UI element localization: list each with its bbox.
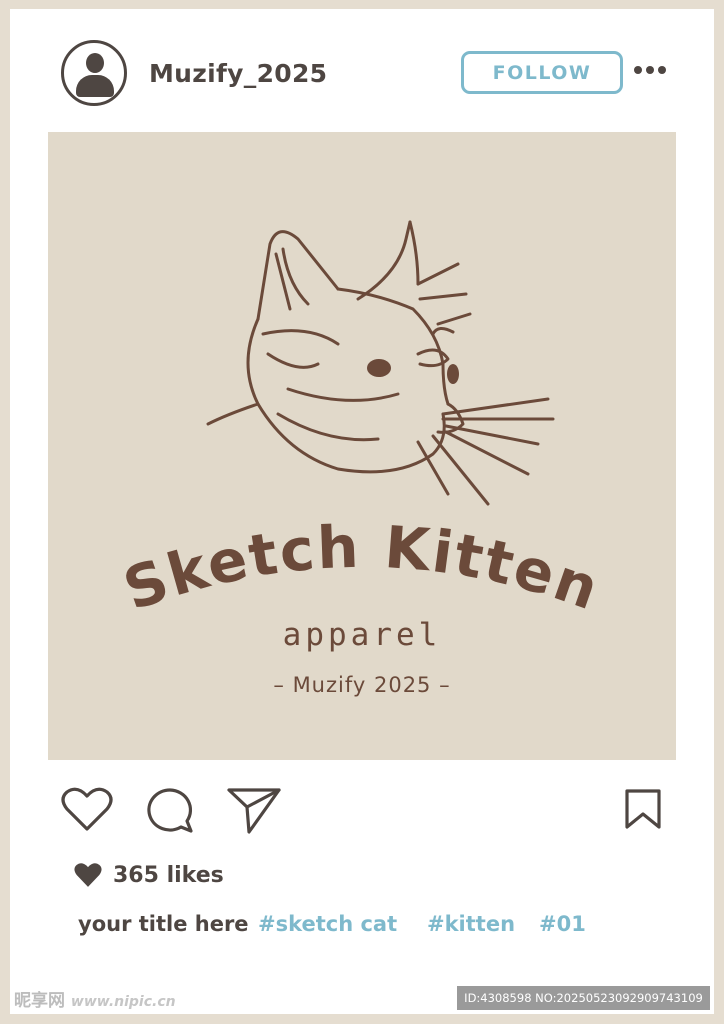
comment-bubble-icon[interactable]: [146, 787, 194, 835]
hashtag-link[interactable]: #sketch cat: [258, 912, 397, 936]
more-options-icon[interactable]: [634, 60, 666, 80]
caption-title: your title here: [78, 912, 249, 936]
watermark-site-url: www.nipic.cn: [70, 994, 176, 1010]
follow-button[interactable]: FOLLOW: [461, 51, 623, 94]
brand-title: Sketch Kitten: [115, 513, 609, 622]
watermark-site-name: 昵享网: [14, 991, 65, 1011]
avatar-body-icon: [76, 75, 114, 97]
brand-title-text: Sketch Kitten: [115, 513, 607, 622]
watermark-id: ID:4308598 NO:20250523092909743109: [457, 986, 710, 1010]
brand-subtitle: apparel: [282, 617, 442, 653]
dot-icon: [634, 66, 642, 74]
post-image[interactable]: Sketch Kitten apparel – Muzify 2025 –: [48, 132, 676, 760]
cat-sketch-illustration: [206, 220, 555, 506]
heart-filled-icon: [74, 863, 102, 887]
avatar-head-icon: [86, 53, 104, 73]
bookmark-icon[interactable]: [624, 788, 662, 830]
dot-icon: [646, 66, 654, 74]
brand-credit: – Muzify 2025 –: [273, 673, 451, 697]
svg-text:Sketch Kitten: Sketch Kitten: [115, 513, 609, 622]
avatar[interactable]: [61, 40, 127, 106]
paper-plane-icon[interactable]: [227, 787, 281, 835]
likes-count[interactable]: 365 likes: [113, 863, 224, 888]
heart-outline-icon[interactable]: [61, 787, 113, 833]
dot-icon: [658, 66, 666, 74]
hashtag-link[interactable]: #kitten: [427, 912, 515, 936]
username[interactable]: Muzify_2025: [149, 59, 327, 88]
likes-row: 365 likes: [73, 862, 224, 888]
watermark-site: 昵享网 www.nipic.cn: [14, 986, 176, 1011]
hashtag-link[interactable]: #01: [539, 912, 586, 936]
